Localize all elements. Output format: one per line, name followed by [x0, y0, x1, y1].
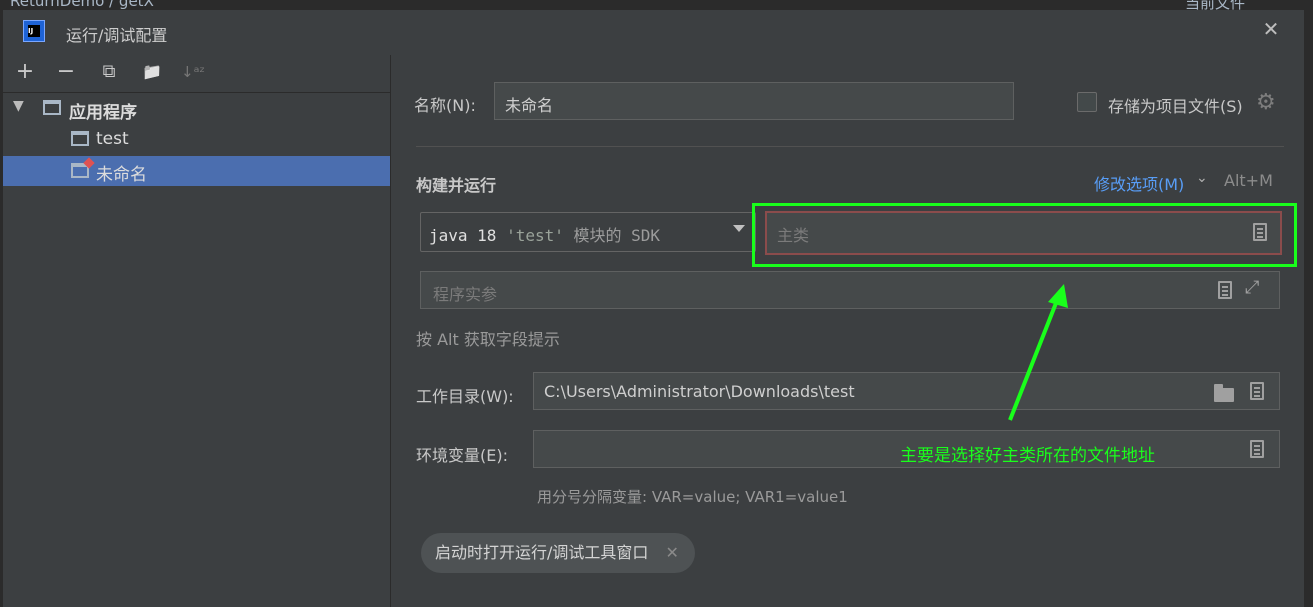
tree-group-application[interactable]: ▼ 应用程序: [3, 94, 390, 124]
open-tool-window-chip[interactable]: 启动时打开运行/调试工具窗口 ✕: [421, 533, 695, 573]
open-tool-window-chip-label: 启动时打开运行/调试工具窗口: [435, 543, 649, 562]
tree-item-label: 未命名: [96, 165, 147, 185]
store-as-project-file-checkbox[interactable]: [1077, 92, 1097, 112]
ide-current-file-label: 当前文件: [1185, 0, 1246, 10]
ide-breadcrumb: ReturnDemo / getX: [10, 0, 154, 10]
remove-icon[interactable]: −: [54, 58, 78, 86]
close-icon[interactable]: ✕: [1262, 19, 1280, 39]
dropdown-arrow-icon[interactable]: [733, 225, 745, 232]
annotation-highlight-box: [752, 203, 1297, 267]
field-hint-text: 按 Alt 获取字段提示: [416, 330, 560, 349]
jdk-select[interactable]: java 18 'test' 模块的 SDK: [420, 212, 756, 252]
sort-icon[interactable]: ↓ᵃᶻ: [181, 58, 205, 86]
tree-item-unnamed[interactable]: 未命名: [3, 156, 390, 186]
sdk-suffix: 模块的 SDK: [573, 226, 661, 245]
folder-icon[interactable]: [1214, 384, 1234, 402]
section-divider: [416, 146, 1284, 147]
chevron-down-icon[interactable]: ▼: [13, 98, 24, 114]
add-icon[interactable]: +: [13, 58, 37, 86]
name-input[interactable]: 未命名: [494, 82, 1014, 120]
tree-group-label: 应用程序: [69, 103, 137, 123]
working-directory-input[interactable]: C:\Users\Administrator\Downloads\test: [533, 372, 1280, 410]
annotation-arrow: [1008, 284, 1068, 421]
modify-options-shortcut: Alt+M: [1224, 171, 1273, 190]
copy-icon[interactable]: ⧉: [97, 58, 121, 86]
tree-item-test[interactable]: test: [3, 125, 390, 155]
application-window-icon: [43, 100, 61, 115]
working-directory-value: C:\Users\Administrator\Downloads\test: [544, 382, 855, 401]
window-right-edge: [1304, 10, 1313, 607]
insert-macro-icon[interactable]: [1218, 281, 1232, 299]
annotation-text: 主要是选择好主类所在的文件地址: [900, 446, 1155, 466]
toolbar-separator: [3, 92, 390, 93]
expand-icon[interactable]: ⤢: [1245, 277, 1259, 298]
sdk-module-name: 'test': [506, 226, 564, 245]
name-value: 未命名: [505, 96, 554, 115]
environment-variables-hint: 用分号分隔变量: VAR=value; VAR1=value1: [537, 488, 848, 506]
application-window-icon: [71, 131, 89, 146]
ide-background-strip: ReturnDemo / getX 当前文件: [0, 0, 1313, 10]
section-title-build-run: 构建并运行: [416, 176, 497, 195]
program-arguments-input[interactable]: 程序实参 ⤢: [420, 271, 1280, 309]
environment-variables-label: 环境变量(E):: [416, 446, 508, 465]
name-label: 名称(N):: [414, 96, 476, 115]
application-error-icon: [71, 163, 89, 178]
modify-options-link[interactable]: 修改选项(M): [1094, 171, 1184, 195]
edit-variables-icon[interactable]: [1250, 440, 1264, 458]
intellij-logo-icon: IJ: [23, 20, 45, 42]
gear-icon[interactable]: ⚙: [1256, 90, 1276, 115]
new-folder-icon[interactable]: 📁: [140, 58, 164, 86]
sdk-java-version: java 18: [429, 226, 497, 245]
dialog-titlebar: [3, 10, 1304, 55]
close-icon[interactable]: ✕: [666, 543, 679, 562]
dialog-title: 运行/调试配置: [66, 26, 168, 45]
chevron-down-icon[interactable]: ⌄: [1196, 170, 1208, 186]
working-directory-label: 工作目录(W):: [416, 387, 514, 406]
insert-macro-icon[interactable]: [1250, 382, 1264, 400]
tree-item-label: test: [96, 129, 129, 149]
store-as-project-file-label: 存储为项目文件(S): [1108, 97, 1243, 116]
program-arguments-placeholder: 程序实参: [433, 285, 498, 304]
